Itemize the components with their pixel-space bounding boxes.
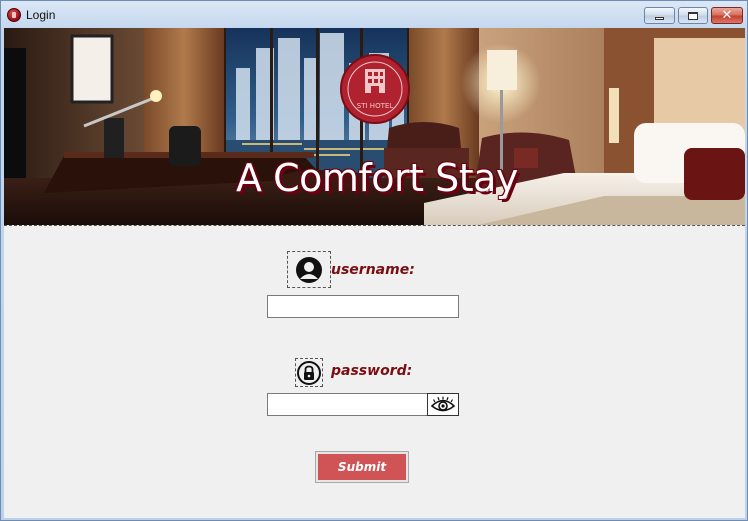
banner-headline: A Comfort Stay [236, 156, 518, 200]
username-input[interactable] [267, 295, 459, 318]
maximize-button[interactable] [678, 7, 708, 24]
hotel-logo-seal: STI HOTEL [340, 54, 410, 124]
logo-text: STI HOTEL [357, 102, 393, 110]
user-avatar-icon [296, 256, 322, 283]
lock-icon [297, 360, 321, 385]
close-button[interactable]: ✕ [711, 7, 743, 24]
close-icon: ✕ [721, 8, 733, 23]
show-password-button[interactable] [427, 393, 459, 416]
submit-button[interactable]: Submit [318, 454, 406, 480]
maximize-icon [688, 11, 698, 20]
client-area: A Comfort Stay STI HOTEL username: passw… [4, 28, 745, 518]
title-bar[interactable]: Login ✕ [1, 1, 747, 28]
password-input[interactable] [267, 393, 428, 416]
hotel-banner: A Comfort Stay STI HOTEL [4, 28, 745, 226]
hotel-logo-icon [7, 8, 21, 22]
submit-button-frame: Submit [315, 451, 409, 483]
user-icon-frame [287, 251, 331, 288]
username-label: username: [331, 262, 415, 278]
window-title: Login [26, 8, 56, 22]
lock-icon-frame [295, 358, 323, 387]
minimize-button[interactable] [644, 7, 675, 24]
eye-icon [430, 396, 456, 411]
password-label: password: [331, 363, 413, 379]
login-window: Login ✕ A Comfort Stay STI HOTEL usernam… [0, 0, 748, 521]
minimize-icon [655, 16, 664, 20]
